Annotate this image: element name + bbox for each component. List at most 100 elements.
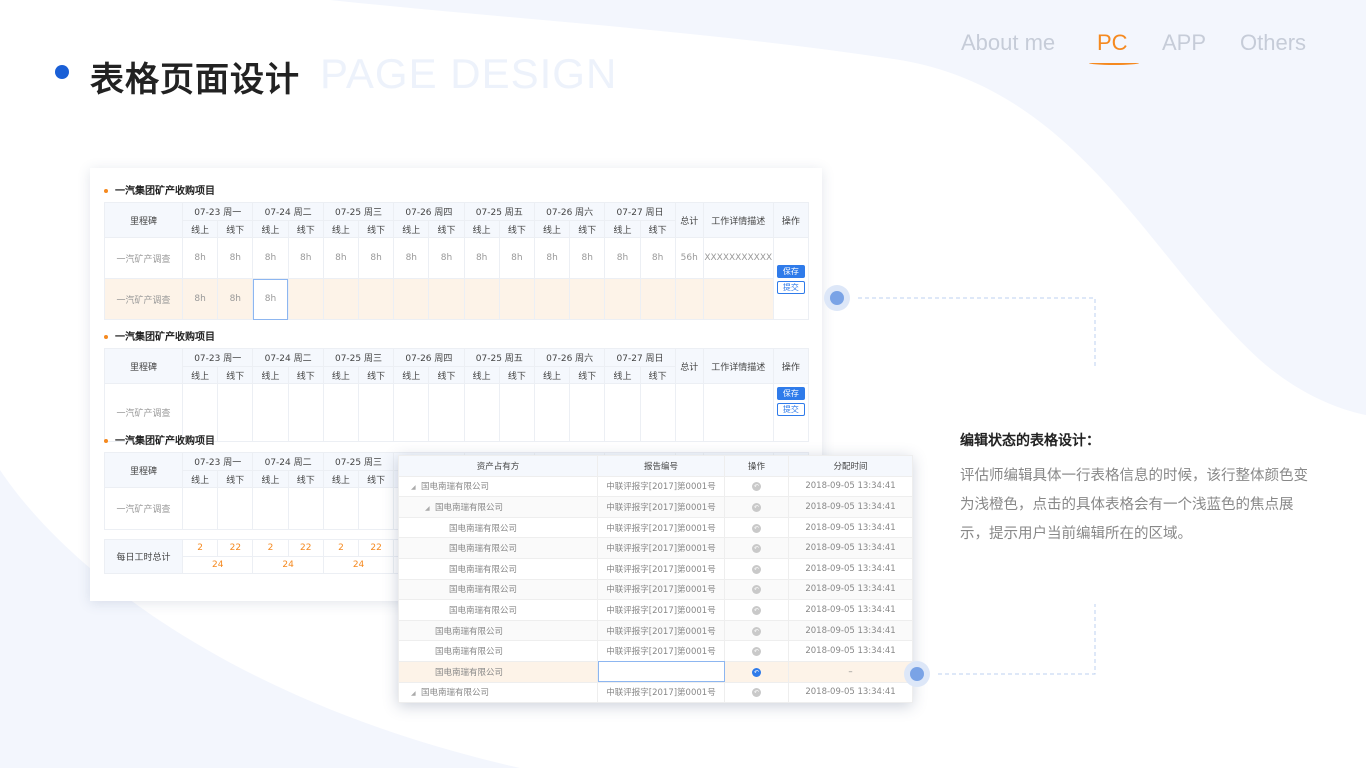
- expand-triangle-icon[interactable]: ◢: [425, 505, 435, 512]
- online-header: 线上: [393, 220, 430, 238]
- hours-cell[interactable]: [357, 487, 395, 530]
- offline-header: 线下: [569, 366, 606, 384]
- report-cell[interactable]: 中联评报字[2017]第0001号: [597, 599, 725, 621]
- report-input-focused[interactable]: [597, 660, 725, 683]
- hours-cell[interactable]: [217, 383, 254, 442]
- nav-about-me[interactable]: About me: [961, 30, 1055, 56]
- hours-cell[interactable]: [569, 383, 606, 442]
- submit-button[interactable]: 提交: [776, 281, 805, 294]
- hours-cell[interactable]: [604, 278, 641, 320]
- report-cell[interactable]: 中联评报字[2017]第0001号: [597, 640, 725, 662]
- hours-cell[interactable]: [393, 383, 430, 442]
- hours-cell[interactable]: [287, 278, 324, 320]
- hours-cell[interactable]: [357, 383, 395, 442]
- report-cell[interactable]: 中联评报字[2017]第0001号: [597, 496, 725, 518]
- hours-cell[interactable]: [428, 278, 465, 320]
- report-cell[interactable]: 中联评报字[2017]第0001号: [597, 681, 725, 704]
- hours-cell[interactable]: [287, 383, 324, 442]
- ops-cell: ↶: [724, 537, 789, 559]
- milestone-cell: 一汽矿产调查: [103, 237, 184, 279]
- undo-icon[interactable]: ↶: [752, 688, 761, 698]
- offline-header: 线下: [287, 220, 324, 238]
- section-title: 一汽集团矿产收购项目: [104, 328, 215, 343]
- nav-app[interactable]: APP: [1162, 30, 1206, 56]
- hours-cell[interactable]: [357, 278, 395, 320]
- hours-cell[interactable]: [463, 278, 500, 320]
- undo-icon[interactable]: ↶: [752, 647, 761, 657]
- hours-cell[interactable]: [533, 278, 571, 320]
- owner-name: 国电南瑞有限公司: [449, 585, 518, 596]
- save-button[interactable]: 保存: [776, 265, 805, 278]
- hours-cell[interactable]: [639, 383, 676, 442]
- report-cell[interactable]: 中联评报字[2017]第0001号: [597, 619, 725, 642]
- hours-cell[interactable]: 8h: [393, 237, 430, 279]
- undo-icon[interactable]: ↶: [752, 564, 761, 574]
- hours-cell[interactable]: 8h: [322, 237, 359, 279]
- undo-icon[interactable]: ↶: [752, 605, 761, 615]
- submit-button[interactable]: 提交: [776, 403, 805, 416]
- hours-cell[interactable]: 8h: [463, 237, 500, 279]
- hours-cell[interactable]: [498, 278, 535, 320]
- hours-cell[interactable]: [533, 383, 571, 442]
- expand-triangle-icon[interactable]: ◢: [411, 484, 421, 491]
- hours-cell[interactable]: 8h: [182, 237, 219, 279]
- total-cell: [674, 278, 704, 320]
- ops-cell: 保存 提交: [772, 237, 810, 320]
- hours-cell[interactable]: [322, 383, 359, 442]
- hours-cell[interactable]: 8h: [498, 237, 535, 279]
- hours-cell[interactable]: 8h: [182, 278, 219, 320]
- desc-cell[interactable]: [702, 383, 774, 442]
- report-cell[interactable]: 中联评报字[2017]第0001号: [597, 537, 725, 559]
- hours-cell[interactable]: 8h: [357, 237, 395, 279]
- undo-icon[interactable]: ↶: [752, 667, 761, 677]
- hours-cell[interactable]: [322, 278, 359, 320]
- hours-cell[interactable]: 8h: [604, 237, 641, 279]
- hours-cell[interactable]: [604, 383, 641, 442]
- undo-icon[interactable]: ↶: [752, 523, 761, 533]
- hours-cell[interactable]: 8h: [428, 237, 465, 279]
- nav-others[interactable]: Others: [1240, 30, 1306, 56]
- undo-icon[interactable]: ↶: [752, 502, 761, 512]
- hours-cell[interactable]: 8h: [217, 237, 254, 279]
- hours-cell[interactable]: 8h: [533, 237, 571, 279]
- expand-triangle-icon[interactable]: ◢: [411, 690, 421, 697]
- hours-cell[interactable]: [569, 278, 606, 320]
- hours-cell[interactable]: [252, 487, 289, 530]
- report-cell[interactable]: 中联评报字[2017]第0001号: [597, 475, 725, 498]
- hours-cell[interactable]: [428, 383, 465, 442]
- hours-cell[interactable]: [217, 487, 254, 530]
- owner-cell: ◢ 国电南瑞有限公司: [398, 475, 598, 498]
- day-header: 07-25 周五: [463, 348, 535, 367]
- hours-cell[interactable]: [498, 383, 535, 442]
- hours-cell[interactable]: 8h: [217, 278, 254, 320]
- undo-icon[interactable]: ↶: [752, 544, 761, 554]
- hours-cell[interactable]: [639, 278, 676, 320]
- day-header: 07-24 周二: [252, 452, 324, 471]
- report-cell[interactable]: 中联评报字[2017]第0001号: [597, 516, 725, 539]
- desc-cell[interactable]: [702, 278, 774, 320]
- nav-pc[interactable]: PC: [1097, 30, 1128, 56]
- undo-icon[interactable]: ↶: [752, 585, 761, 595]
- hours-cell[interactable]: 8h: [639, 237, 676, 279]
- hours-cell[interactable]: [322, 487, 359, 530]
- hours-cell[interactable]: [463, 383, 500, 442]
- hours-cell[interactable]: [182, 487, 219, 530]
- hours-cell[interactable]: [287, 487, 324, 530]
- report-cell[interactable]: 中联评报字[2017]第0001号: [597, 578, 725, 601]
- hours-cell[interactable]: 8h: [569, 237, 606, 279]
- report-cell[interactable]: 中联评报字[2017]第0001号: [597, 557, 725, 580]
- hours-cell[interactable]: 8h: [287, 237, 324, 279]
- ops-cell: ↶: [724, 640, 789, 662]
- undo-icon[interactable]: ↶: [752, 626, 761, 636]
- hours-cell[interactable]: [393, 278, 430, 320]
- owner-cell: 国电南瑞有限公司: [398, 599, 598, 621]
- hours-cell[interactable]: 8h: [252, 237, 289, 279]
- online-header: 线上: [393, 366, 430, 384]
- desc-cell[interactable]: XXXXXXXXXXX: [702, 237, 774, 279]
- undo-icon[interactable]: ↶: [752, 482, 761, 492]
- hours-cell[interactable]: [252, 383, 289, 442]
- online-header: 线上: [182, 366, 219, 384]
- focused-hours-cell[interactable]: 8h: [252, 278, 289, 320]
- online-header: 线上: [322, 366, 359, 384]
- save-button[interactable]: 保存: [776, 387, 805, 400]
